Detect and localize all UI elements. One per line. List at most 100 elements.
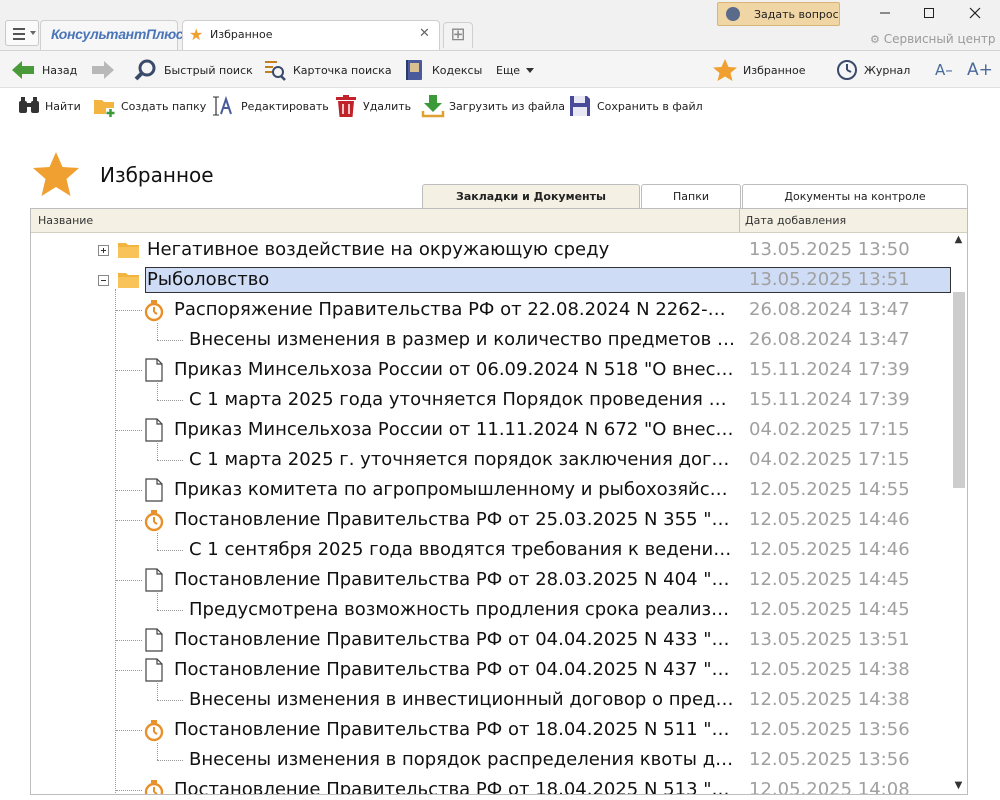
font-larger-button[interactable]: A+ [967,51,993,89]
scroll-up-icon[interactable]: ▲ [950,234,967,248]
tab-folders[interactable]: Папки [641,184,741,209]
column-separator [739,209,740,232]
tab-bookmarks-documents[interactable]: Закладки и Документы [422,184,640,209]
search-card-label: Карточка поиска [293,63,392,77]
font-smaller-label: A– [935,61,953,79]
load-from-file-button[interactable]: Загрузить из файла [421,88,565,124]
collapse-icon[interactable] [98,275,109,286]
star-icon [713,59,737,81]
quick-search-button[interactable]: Быстрый поиск [134,51,253,89]
tab-favorites[interactable]: ★ Избранное ✕ [182,20,440,51]
forward-arrow-icon [92,61,114,79]
row-date: 12.05.2025 13:56 [749,719,910,740]
find-button[interactable]: Найти [17,88,81,124]
note-branch-line [157,610,183,611]
document-row[interactable]: Распоряжение Правительства РФ от 22.08.2… [31,295,951,325]
more-menu-button[interactable]: Еще [496,51,536,89]
main-toolbar: Назад Быстрый поиск Карточка поиска Коде… [0,50,1000,88]
document-row[interactable]: Постановление Правительства РФ от 28.03.… [31,565,951,595]
row-title: Постановление Правительства РФ от 18.04.… [174,779,735,795]
back-arrow-icon [12,61,34,79]
folder-row[interactable]: Рыболовство 13.05.2025 13:51 [31,265,951,295]
tree-branch-line [116,310,142,311]
bookmark-note-row[interactable]: Внесены изменения в порядок распределени… [31,743,951,775]
favorites-grid: Название Дата добавления Негативное возд… [30,208,968,795]
bookmark-note-row[interactable]: С 1 марта 2025 года уточняется Порядок п… [31,383,951,415]
find-label: Найти [45,99,81,113]
codes-button[interactable]: Кодексы [404,51,482,89]
document-icon [145,418,163,442]
search-card-button[interactable]: Карточка поиска [263,51,392,89]
document-icon [145,358,163,382]
monitored-clock-icon [144,510,164,532]
journal-button[interactable]: Журнал [835,51,910,89]
ask-question-button[interactable]: Задать вопрос [717,2,840,26]
close-window-button[interactable] [960,3,990,25]
tree-branch-line [116,790,142,791]
save-disk-icon [570,96,590,116]
scroll-down-icon[interactable]: ▼ [950,780,967,794]
back-button[interactable]: Назад [10,51,77,89]
ask-question-label: Задать вопрос [754,8,839,21]
chevron-down-icon [526,68,535,73]
tab-favorites-label: Избранное [210,28,273,41]
document-row[interactable]: Приказ Минсельхоза России от 11.11.2024 … [31,415,951,445]
column-header-name[interactable]: Название [38,214,93,227]
back-label: Назад [42,63,78,77]
edit-button[interactable]: Редактировать [212,88,329,124]
row-title: Предусмотрена возможность продления срок… [189,599,735,620]
new-tab-button[interactable]: ⊞ [443,22,473,48]
row-title: Постановление Правительства РФ от 18.04.… [174,719,735,740]
row-title: Негативное воздействие на окружающую сре… [147,239,610,260]
note-connector-line [157,593,158,610]
bookmark-note-row[interactable]: С 1 марта 2025 г. уточняется порядок зак… [31,443,951,475]
document-row[interactable]: Постановление Правительства РФ от 25.03.… [31,505,951,535]
tree-branch-line [116,730,142,731]
app-logo-tab[interactable]: КонсультантПлюс [40,20,184,50]
document-row[interactable]: Постановление Правительства РФ от 18.04.… [31,715,951,745]
tree-branch-line [116,670,142,671]
maximize-button[interactable] [914,3,944,25]
bookmark-note-row[interactable]: Внесены изменения в инвестиционный догов… [31,683,951,715]
document-row[interactable]: Постановление Правительства РФ от 04.04.… [31,625,951,655]
bookmark-note-row[interactable]: Предусмотрена возможность продления срок… [31,593,951,625]
tree-branch-line [116,520,142,521]
document-row[interactable]: Приказ Минсельхоза России от 06.09.2024 … [31,355,951,385]
expand-icon[interactable] [98,245,109,256]
tab-monitored-documents[interactable]: Документы на контроле [742,184,968,209]
row-date: 12.05.2025 14:45 [749,569,910,590]
search-icon [134,59,156,81]
document-row[interactable]: Постановление Правительства РФ от 04.04.… [31,655,951,685]
monitored-clock-icon [144,780,164,794]
favorites-button[interactable]: Избранное [712,51,805,89]
save-to-file-button[interactable]: Сохранить в файл [568,88,703,124]
column-header-date[interactable]: Дата добавления [745,214,846,227]
delete-button[interactable]: Удалить [334,88,411,124]
vertical-scrollbar[interactable]: ▲ ▼ [950,234,967,794]
row-date: 12.05.2025 14:46 [749,539,910,560]
note-connector-line [157,533,158,550]
row-date: 04.02.2025 17:15 [749,449,910,470]
font-smaller-button[interactable]: A– [935,51,953,89]
scrollbar-thumb[interactable] [953,292,965,488]
document-row[interactable]: Постановление Правительства РФ от 18.04.… [31,775,951,795]
folder-row[interactable]: Негативное воздействие на окружающую сре… [31,235,951,265]
create-folder-button[interactable]: Создать папку [92,88,206,124]
document-row[interactable]: Приказ комитета по агропромышленному и р… [31,475,951,505]
minimize-button[interactable] [870,3,900,25]
monitored-clock-icon [144,300,164,322]
close-icon [969,7,981,19]
forward-button[interactable] [90,51,116,89]
note-branch-line [157,550,183,551]
bookmark-note-row[interactable]: С 1 сентября 2025 года вводятся требован… [31,533,951,565]
close-tab-icon[interactable]: ✕ [419,26,430,41]
page-title: Избранное [100,163,214,187]
row-date: 12.05.2025 14:46 [749,509,910,530]
row-date: 12.05.2025 14:45 [749,599,910,620]
bookmark-note-row[interactable]: Внесены изменения в размер и количество … [31,323,951,355]
save-to-file-label: Сохранить в файл [597,99,703,113]
row-date: 12.05.2025 14:08 [749,779,910,795]
main-menu-button[interactable] [5,20,39,46]
document-icon [145,568,163,592]
service-center-link[interactable]: ⚙ Сервисный центр [870,32,996,46]
